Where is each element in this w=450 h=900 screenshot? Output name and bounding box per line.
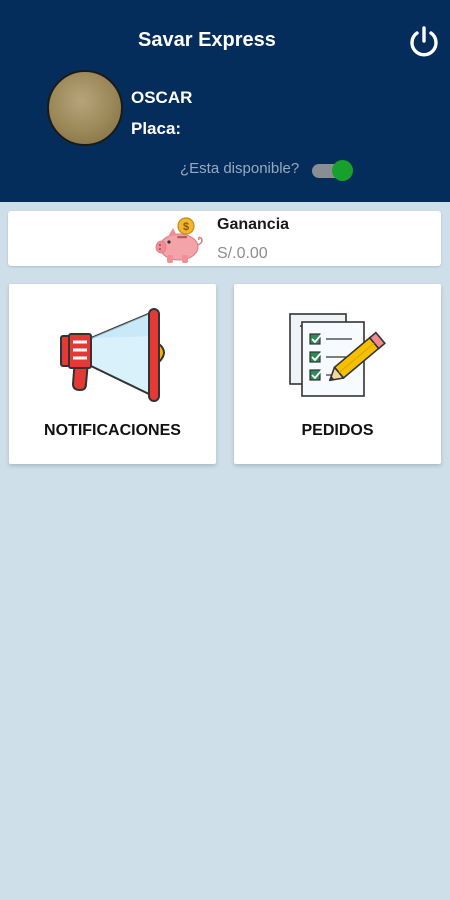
notifications-label: NOTIFICACIONES	[44, 422, 181, 439]
notifications-tile[interactable]: NOTIFICACIONES	[9, 284, 216, 464]
availability-label: ¿Esta disponible?	[180, 160, 300, 177]
avatar[interactable]	[47, 70, 123, 146]
checklist-icon	[289, 313, 386, 397]
svg-text:$: $	[183, 221, 189, 233]
piggy-bank-icon: $	[155, 217, 203, 263]
app-title: Savar Express	[138, 29, 276, 51]
power-icon[interactable]	[404, 22, 444, 62]
availability-toggle[interactable]	[312, 160, 354, 181]
app-header: Savar Express OSCAR Placa: ¿Esta disponi…	[0, 0, 450, 202]
toggle-thumb	[332, 160, 353, 181]
earnings-title: Ganancia	[217, 216, 290, 233]
orders-label: PEDIDOS	[301, 422, 374, 439]
orders-tile[interactable]: PEDIDOS	[234, 284, 441, 464]
megaphone-icon	[60, 308, 165, 402]
driver-name: OSCAR	[131, 88, 193, 107]
earnings-value: S/.0.00	[217, 245, 268, 262]
plate-label: Placa:	[131, 119, 182, 138]
